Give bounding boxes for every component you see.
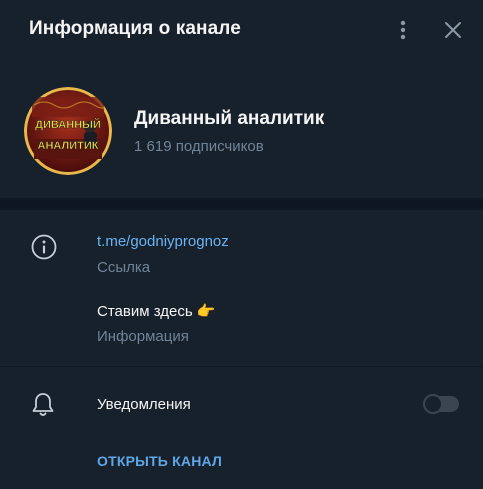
divider xyxy=(0,366,483,367)
section-divider xyxy=(0,198,483,210)
svg-text:ДИВАННЫЙ: ДИВАННЫЙ xyxy=(35,118,101,131)
avatar-image: ДИВАННЫЙ АНАЛИТИК xyxy=(24,87,112,175)
svg-text:АНАЛИТИК: АНАЛИТИК xyxy=(38,140,99,152)
open-channel-button[interactable]: ОТКРЫТЬ КАНАЛ xyxy=(97,453,222,469)
channel-avatar[interactable]: ДИВАННЫЙ АНАЛИТИК xyxy=(24,87,112,175)
channel-name: Диванный аналитик xyxy=(134,108,325,129)
toggle-knob xyxy=(423,394,443,414)
link-caption: Ссылка xyxy=(97,259,151,276)
header: Информация о канале xyxy=(0,0,483,62)
close-icon xyxy=(445,22,461,38)
info-icon xyxy=(31,234,57,260)
channel-link[interactable]: t.me/godniyprognoz xyxy=(97,233,229,250)
more-vertical-icon xyxy=(400,20,406,40)
notifications-label: Уведомления xyxy=(97,396,191,413)
subscriber-count: 1 619 подписчиков xyxy=(134,138,264,155)
panel-title: Информация о канале xyxy=(29,18,241,39)
channel-info-panel: Информация о канале ДИВАННЫЙ АНАЛИТИК Ди… xyxy=(0,0,483,489)
notifications-toggle[interactable] xyxy=(423,394,459,414)
channel-description: Ставим здесь 👉 xyxy=(97,303,216,320)
close-button[interactable] xyxy=(439,16,467,44)
more-button[interactable] xyxy=(389,16,417,44)
description-caption: Информация xyxy=(97,328,189,345)
bell-icon xyxy=(32,393,54,416)
channel-profile: ДИВАННЫЙ АНАЛИТИК Диванный аналитик 1 61… xyxy=(0,62,483,198)
